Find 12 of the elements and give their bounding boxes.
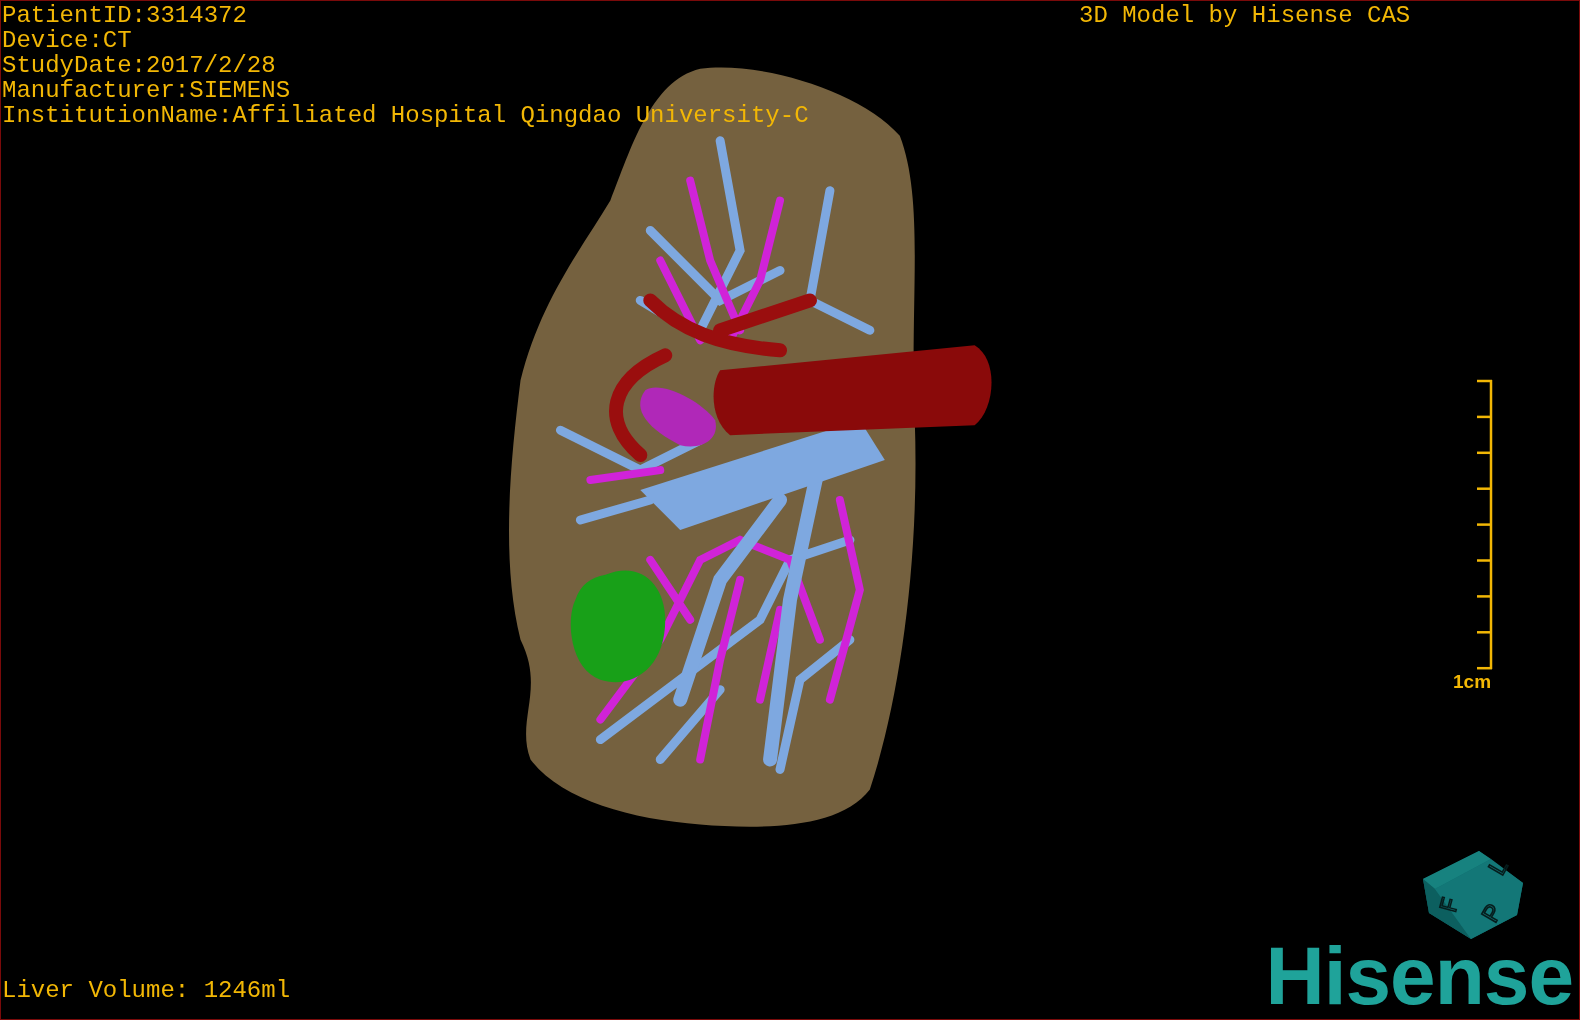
- scale-label: 1cm: [1453, 671, 1492, 693]
- orientation-cube[interactable]: F L P: [1423, 851, 1523, 939]
- brand-logo: Hisense: [1265, 941, 1573, 1011]
- credit-text: 3D Model by Hisense CAS: [1079, 3, 1411, 28]
- cube-face-label: L: [1482, 854, 1513, 880]
- info-text: Device:CT: [2, 28, 133, 53]
- cube-face-label: F: [1433, 894, 1464, 915]
- info-text: PatientID:3314372: [2, 3, 248, 28]
- info-text: Manufacturer:SIEMENS: [2, 78, 292, 103]
- info-text: StudyDate:2017/2/28: [2, 53, 277, 78]
- volume-text: Liver Volume: 1246ml: [2, 978, 291, 1003]
- cube-face-label: P: [1475, 899, 1508, 927]
